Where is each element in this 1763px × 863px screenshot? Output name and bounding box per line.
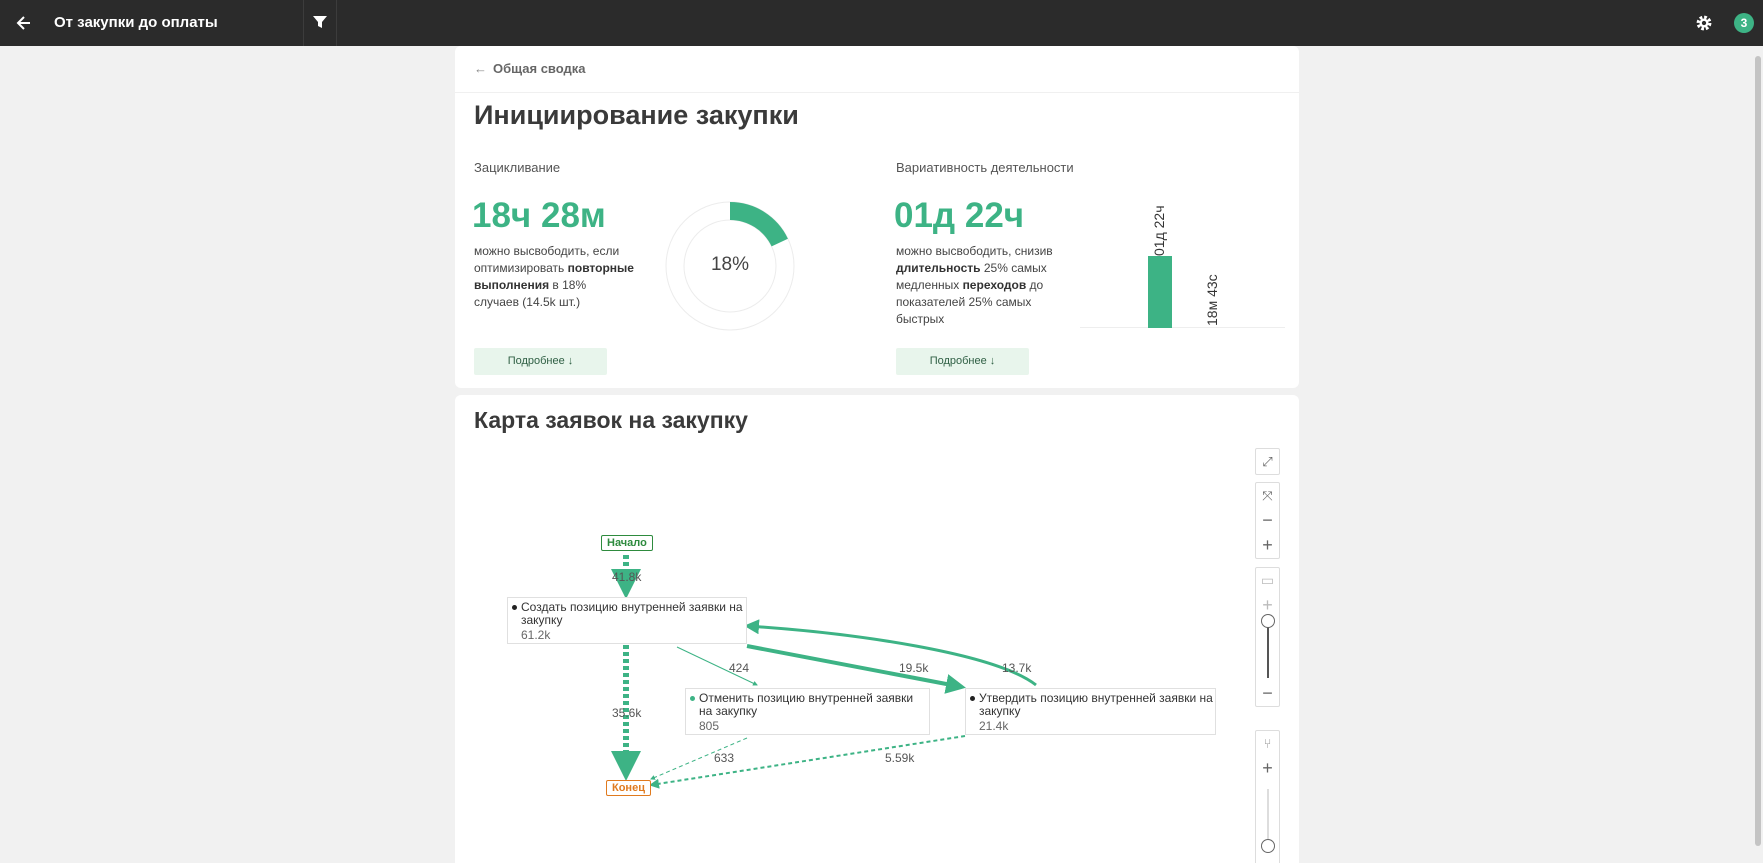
start-node[interactable]: Начало (601, 535, 653, 551)
detail-slider-track[interactable] (1267, 623, 1269, 678)
variability-desc-bold: длительность (896, 261, 981, 275)
expand-icon[interactable]: ⤢ (1256, 449, 1279, 474)
end-node[interactable]: Конец (606, 780, 651, 796)
zoom-out-icon[interactable]: − (1256, 508, 1279, 533)
breadcrumb-label: Общая сводка (493, 61, 586, 76)
page-title: Инициирование закупки (474, 100, 799, 130)
filter-icon[interactable] (312, 14, 328, 30)
variability-description: можно высвободить, снизив длительность 2… (896, 243, 1056, 328)
variability-more-button[interactable]: Подробнее ↓ (896, 348, 1029, 375)
back-arrow-icon[interactable] (14, 13, 34, 33)
variability-desc-text: можно высвободить, снизив (896, 244, 1053, 258)
app-title: От закупки до оплаты (54, 14, 218, 31)
node-dot (970, 696, 975, 701)
edge-label: 35.6k (612, 706, 642, 720)
bar-current-label: 01д 22ч (1151, 205, 1167, 257)
bar-chart-axis (1080, 327, 1285, 328)
node-cancel[interactable]: Отменить позицию внутренней заявки на за… (685, 688, 930, 735)
paths-slider-handle[interactable] (1261, 839, 1275, 853)
gear-icon[interactable] (1695, 14, 1713, 32)
node-create[interactable]: Создать позицию внутренней заявки на зак… (507, 597, 747, 644)
divider (455, 92, 1299, 93)
node-label: Отменить позицию внутренней заявки на за… (699, 691, 914, 718)
node-label: Создать позицию внутренней заявки на зак… (521, 600, 743, 627)
rectangle-icon[interactable]: ▭ (1256, 568, 1279, 593)
fit-icon[interactable]: ⤧ (1256, 483, 1279, 508)
zoom-in-icon[interactable]: + (1256, 533, 1279, 558)
donut-label: 18% (710, 254, 750, 275)
zoom-controls: ⤧ − + (1255, 482, 1280, 559)
process-map-card: Карта заявок на закупку Начало Конец Соз… (455, 395, 1299, 863)
node-label: Утвердить позицию внутренней заявки на з… (979, 691, 1213, 718)
looping-value: 18ч 28м (472, 196, 606, 235)
node-count: 61.2k (521, 628, 551, 642)
divider (303, 0, 304, 46)
page-scrollbar[interactable] (1753, 46, 1763, 863)
edge-label: 424 (729, 661, 750, 675)
edge-label: 5.59k (885, 751, 915, 765)
variability-value: 01д 22ч (894, 196, 1025, 235)
detail-slider-handle[interactable] (1261, 614, 1275, 628)
fullscreen-control: ⤢ (1255, 448, 1280, 475)
summary-card: ← Общая сводка Инициирование закупки Заци… (455, 46, 1299, 388)
branch-icon[interactable]: ⑂ (1256, 731, 1279, 756)
minus-icon[interactable]: − (1256, 681, 1279, 706)
edge-label: 19.5k (899, 661, 929, 675)
breadcrumb[interactable]: ← Общая сводка (474, 61, 586, 76)
variability-desc-bold: переходов (962, 278, 1027, 292)
paths-slider-panel: ⑂ + (1255, 730, 1280, 863)
detail-slider-panel: ▭ + − (1255, 567, 1280, 707)
looping-description: можно высвободить, если оптимизировать п… (474, 243, 634, 311)
looping-more-button[interactable]: Подробнее ↓ (474, 348, 607, 375)
node-count: 805 (699, 719, 720, 733)
edge-label: 633 (714, 751, 735, 765)
node-dot (690, 696, 695, 701)
back-arrow-icon: ← (474, 61, 487, 76)
bar-target-label: 18м 43с (1204, 274, 1220, 326)
node-dot (512, 605, 517, 610)
divider (336, 0, 337, 46)
scrollbar-thumb[interactable] (1755, 56, 1761, 846)
plus-icon[interactable]: + (1256, 756, 1279, 781)
notification-badge[interactable]: 3 (1734, 13, 1754, 33)
edge-approve-end (649, 735, 966, 789)
node-approve[interactable]: Утвердить позицию внутренней заявки на з… (965, 688, 1216, 735)
edge-label: 41.8k (612, 570, 642, 584)
edge-label: 13.7k (1002, 661, 1032, 675)
variability-label: Вариативность деятельности (896, 160, 1074, 175)
looping-label: Зацикливание (474, 160, 561, 175)
edge-create-approve (746, 644, 966, 694)
bar-current (1148, 256, 1172, 328)
top-bar: От закупки до оплаты 3 (0, 0, 1763, 46)
node-count: 21.4k (979, 719, 1009, 733)
